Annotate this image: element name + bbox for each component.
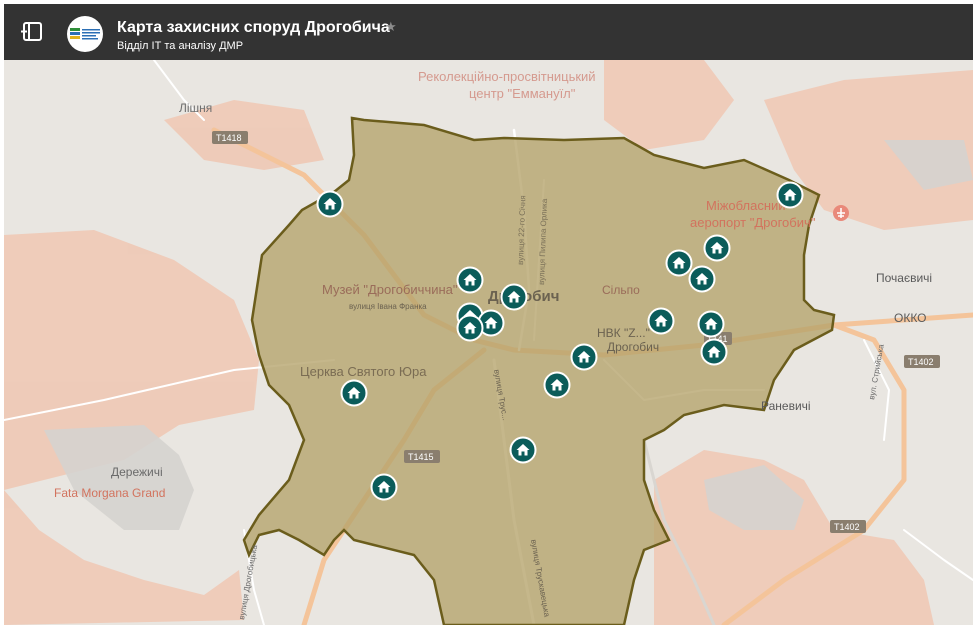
label-derezhychi: Дережичі <box>111 465 163 479</box>
label-t1402-a: T1402 <box>908 357 934 367</box>
map-header: Карта захисних споруд Дрогобича ★ Відділ… <box>4 4 973 60</box>
shelter-marker[interactable] <box>370 473 398 501</box>
label-okko: ОККО <box>894 311 927 325</box>
shelter-marker[interactable] <box>776 181 804 209</box>
app-frame: Карта захисних споруд Дрогобича ★ Відділ… <box>4 4 973 625</box>
sidebar-toggle-icon[interactable] <box>18 18 48 46</box>
label-airport-2: аеропорт "Дрогобич" <box>690 215 816 230</box>
shelter-marker[interactable] <box>688 265 716 293</box>
label-t1402-b: T1402 <box>834 522 860 532</box>
shelter-marker[interactable] <box>500 283 528 311</box>
route-shield-t1402-a: T1402 <box>904 355 940 368</box>
organization-logo <box>67 16 103 52</box>
airport-icon <box>833 205 849 221</box>
label-church: Церква Святого Юра <box>300 364 427 379</box>
label-fata-morgana: Fata Morgana Grand <box>54 486 165 500</box>
label-silpo: Сільпо <box>602 283 640 297</box>
label-pochaievychi: Почаєвичі <box>876 271 932 285</box>
map-subtitle: Відділ ІТ та аналізу ДМР <box>117 40 244 52</box>
label-museum: Музей "Дрогобиччина" <box>322 282 458 297</box>
shelter-marker[interactable] <box>509 436 537 464</box>
label-t1418: T1418 <box>216 133 242 143</box>
shelter-marker[interactable] <box>456 266 484 294</box>
route-shield-t1418: T1418 <box>212 131 248 144</box>
map-canvas[interactable]: Реколекційно-просвітницький центр "Емман… <box>4 60 973 625</box>
shelter-marker[interactable] <box>665 249 693 277</box>
shelter-marker[interactable] <box>543 371 571 399</box>
shelter-marker[interactable] <box>456 314 484 342</box>
label-lishnia: Лішня <box>179 101 212 115</box>
label-ranevychi: Раневичі <box>761 399 811 413</box>
map-title: Карта захисних споруд Дрогобича <box>117 19 390 36</box>
label-nvk: НВК "Z..." <box>597 326 650 340</box>
shelter-marker[interactable] <box>703 234 731 262</box>
label-t1415: T1415 <box>408 452 434 462</box>
shelter-marker[interactable] <box>697 310 725 338</box>
label-reholection-2: центр "Еммануїл" <box>469 86 576 101</box>
route-shield-t1402-b: T1402 <box>830 520 866 533</box>
shelter-marker[interactable] <box>570 343 598 371</box>
label-airport-1: Міжобласний <box>706 198 786 213</box>
label-street-franka: вулиця Івана Франка <box>349 302 427 311</box>
label-drohobych-small: Дрогобич <box>607 340 659 354</box>
shelter-marker[interactable] <box>316 190 344 218</box>
shelter-marker[interactable] <box>700 338 728 366</box>
label-reholection-1: Реколекційно-просвітницький <box>418 69 596 84</box>
shelter-marker[interactable] <box>647 307 675 335</box>
route-shield-t1415: T1415 <box>404 450 440 463</box>
star-icon[interactable]: ★ <box>385 19 397 35</box>
shelter-marker[interactable] <box>340 379 368 407</box>
